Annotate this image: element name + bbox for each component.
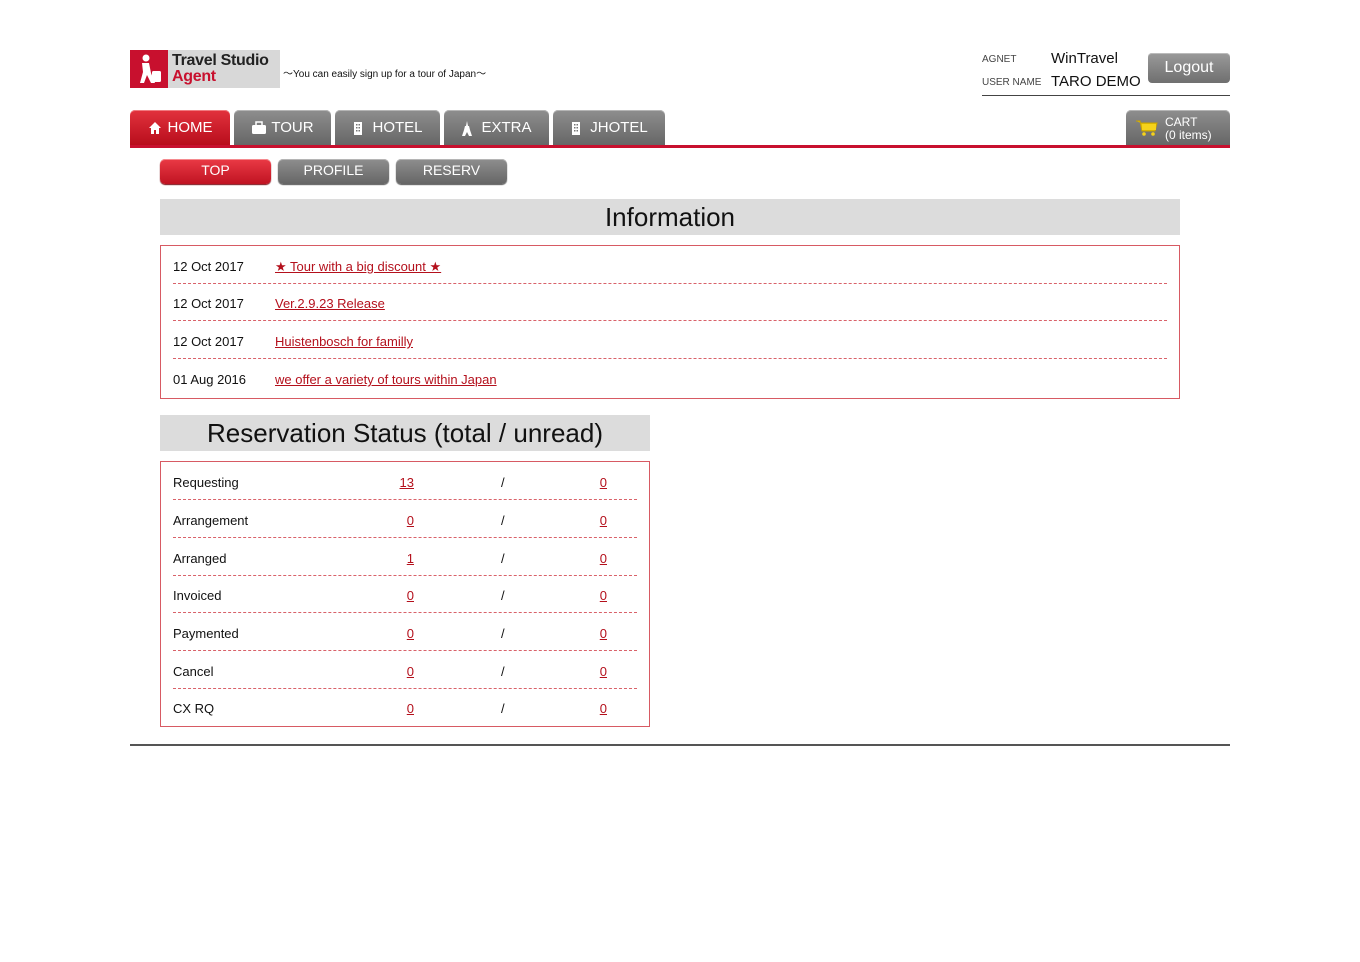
agent-value: WinTravel: [1051, 50, 1118, 67]
cart-count: (0 items): [1165, 128, 1212, 142]
logo-line1: Travel Studio: [172, 52, 269, 69]
status-label: Cancel: [173, 664, 214, 679]
status-unread-link[interactable]: 0: [573, 701, 607, 716]
tab-tour-label: TOUR: [271, 119, 314, 136]
list-item: 12 Oct 2017 ★ Tour with a big discount ★: [173, 247, 1167, 284]
status-total-link[interactable]: 0: [373, 664, 414, 679]
logout-button[interactable]: Logout: [1148, 53, 1230, 83]
building-icon: [570, 121, 584, 135]
info-date: 12 Oct 2017: [173, 334, 244, 349]
table-row: Requesting 13 / 0: [173, 464, 637, 501]
logo-line2: Agent: [172, 68, 216, 85]
table-row: Arrangement 0 / 0: [173, 502, 637, 539]
status-separator: /: [501, 664, 505, 679]
divider: [173, 612, 637, 613]
tower-icon: [461, 120, 475, 136]
subtab-profile[interactable]: PROFILE: [278, 159, 389, 184]
information-panel: 12 Oct 2017 ★ Tour with a big discount ★…: [160, 245, 1180, 399]
divider: [173, 320, 1167, 321]
suitcase-icon: [251, 120, 267, 135]
status-separator: /: [501, 475, 505, 490]
info-link[interactable]: Ver.2.9.23 Release: [275, 296, 385, 311]
tagline: 〜You can easily sign up for a tour of Ja…: [283, 69, 487, 80]
status-label: Invoiced: [173, 588, 222, 603]
status-total-link[interactable]: 1: [373, 551, 414, 566]
reservation-status-panel: Requesting 13 / 0 Arrangement 0 / 0 Arra…: [160, 461, 650, 727]
status-unread-link[interactable]: 0: [573, 513, 607, 528]
tab-extra-label: EXTRA: [481, 119, 532, 136]
subtab-reserv[interactable]: RESERV: [396, 159, 507, 184]
status-label: Arranged: [173, 551, 227, 566]
info-date: 12 Oct 2017: [173, 259, 244, 274]
table-row: CX RQ 0 / 0: [173, 690, 637, 727]
status-unread-link[interactable]: 0: [573, 475, 607, 490]
username-label: USER NAME: [982, 77, 1042, 88]
tab-jhotel[interactable]: JHOTEL: [553, 110, 665, 145]
list-item: 12 Oct 2017 Ver.2.9.23 Release: [173, 284, 1167, 321]
divider: [173, 575, 637, 576]
divider: [173, 688, 637, 689]
table-row: Invoiced 0 / 0: [173, 577, 637, 614]
status-label: CX RQ: [173, 701, 215, 716]
status-unread-link[interactable]: 0: [573, 664, 607, 679]
status-separator: /: [501, 588, 505, 603]
info-date: 01 Aug 2016: [173, 372, 247, 387]
status-label: Arrangement: [173, 513, 249, 528]
information-title: Information: [160, 199, 1180, 235]
status-total-link[interactable]: 0: [373, 588, 414, 603]
divider: [173, 499, 637, 500]
tab-hotel-label: HOTEL: [372, 119, 423, 136]
status-unread-link[interactable]: 0: [573, 626, 607, 641]
tab-jhotel-label: JHOTEL: [590, 119, 648, 136]
subtab-top[interactable]: TOP: [160, 159, 271, 184]
status-total-link[interactable]: 0: [373, 626, 414, 641]
table-row: Arranged 1 / 0: [173, 540, 637, 577]
status-separator: /: [501, 513, 505, 528]
list-item: 12 Oct 2017 Huistenbosch for familly: [173, 322, 1167, 359]
divider: [173, 537, 637, 538]
list-item: 01 Aug 2016 we offer a variety of tours …: [173, 360, 1167, 397]
tab-hotel[interactable]: HOTEL: [335, 110, 440, 145]
status-separator: /: [501, 626, 505, 641]
status-label: Requesting: [173, 475, 239, 490]
table-row: Paymented 0 / 0: [173, 615, 637, 652]
building-icon: [352, 121, 366, 135]
status-total-link[interactable]: 0: [373, 701, 414, 716]
divider: [173, 650, 637, 651]
reservation-status-title: Reservation Status (total / unread): [160, 415, 650, 451]
info-date: 12 Oct 2017: [173, 296, 244, 311]
tab-tour[interactable]: TOUR: [234, 110, 331, 145]
agent-label: AGNET: [982, 54, 1017, 65]
status-separator: /: [501, 551, 505, 566]
footer-divider: [130, 744, 1230, 746]
divider: [173, 358, 1167, 359]
status-unread-link[interactable]: 0: [573, 551, 607, 566]
info-link[interactable]: Huistenbosch for familly: [275, 334, 413, 349]
cart-button[interactable]: CART (0 items): [1126, 110, 1230, 145]
info-link[interactable]: ★ Tour with a big discount ★: [275, 259, 441, 275]
status-unread-link[interactable]: 0: [573, 588, 607, 603]
brand-logo[interactable]: Travel Studio Agent: [130, 50, 280, 88]
status-separator: /: [501, 701, 505, 716]
status-total-link[interactable]: 13: [373, 475, 414, 490]
info-link[interactable]: we offer a variety of tours within Japan: [275, 372, 497, 387]
cart-label: CART: [1165, 115, 1198, 129]
main-nav: HOME TOUR HOTEL EXTRA JHOTEL CART (0 ite…: [130, 110, 1230, 148]
status-label: Paymented: [173, 626, 239, 641]
username-value: TARO DEMO: [1051, 73, 1141, 90]
table-row: Cancel 0 / 0: [173, 653, 637, 690]
status-total-link[interactable]: 0: [373, 513, 414, 528]
tab-extra[interactable]: EXTRA: [444, 110, 549, 145]
tab-home-label: HOME: [167, 119, 213, 136]
home-icon: [148, 121, 162, 135]
tab-home[interactable]: HOME: [130, 110, 230, 145]
traveler-logo-icon: [130, 50, 168, 88]
user-info: AGNET WinTravel USER NAME TARO DEMO Logo…: [982, 48, 1230, 96]
